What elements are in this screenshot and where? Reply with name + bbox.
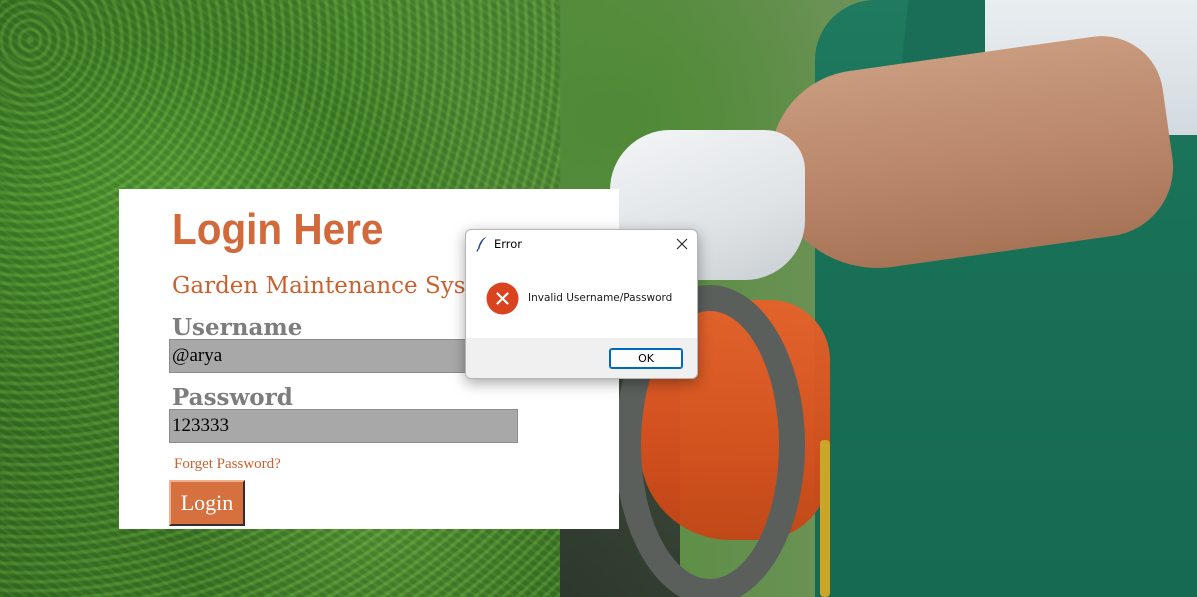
login-button[interactable]: Login <box>169 480 245 526</box>
forget-password-link[interactable]: Forget Password? <box>174 456 281 473</box>
login-title: Login Here <box>172 205 384 254</box>
error-icon <box>486 282 519 315</box>
dialog-footer: OK <box>466 338 697 378</box>
dialog-message: Invalid Username/Password <box>528 292 673 304</box>
ok-button[interactable]: OK <box>609 348 683 369</box>
error-dialog: Error Invalid Username/Password OK <box>465 229 698 379</box>
app-subtitle: Garden Maintenance Syste <box>172 273 489 299</box>
password-label: Password <box>172 384 293 411</box>
power-cord <box>820 440 830 597</box>
username-label: Username <box>172 314 303 341</box>
dialog-titlebar[interactable]: Error <box>466 230 697 258</box>
password-input[interactable] <box>169 409 518 443</box>
feather-icon <box>476 236 488 252</box>
close-icon[interactable] <box>671 233 693 255</box>
dialog-title: Error <box>494 237 523 251</box>
